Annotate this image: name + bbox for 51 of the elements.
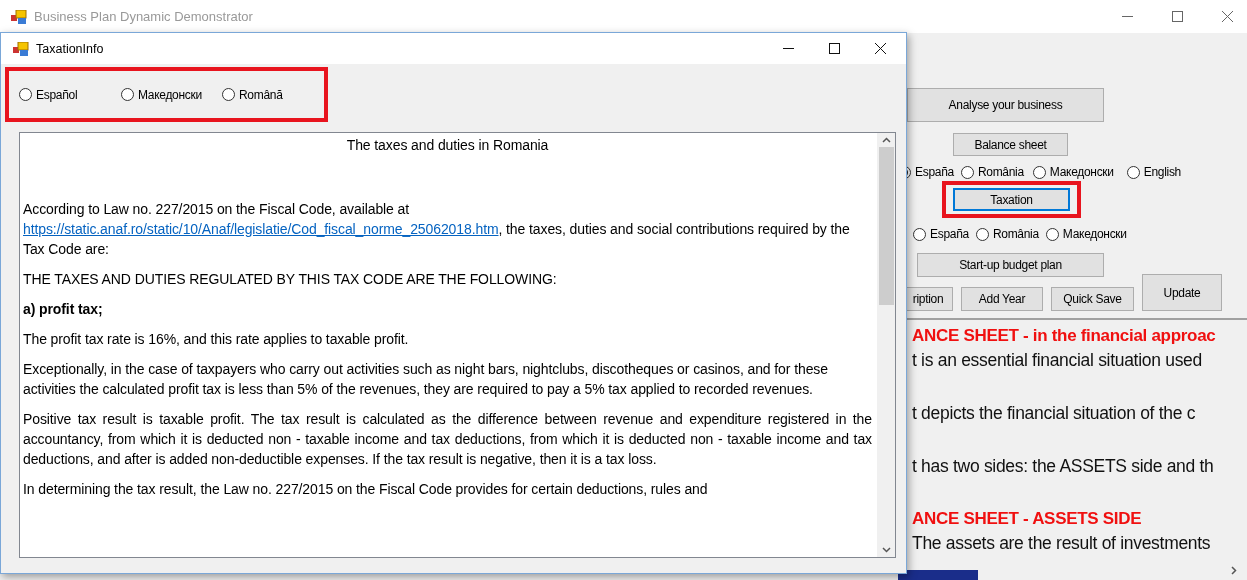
section-heading: ANCE SHEET - in the financial approac bbox=[912, 325, 1217, 347]
radio-button[interactable] bbox=[960, 165, 974, 179]
body-text: The assets are the result of investments bbox=[912, 532, 1212, 555]
radio-label[interactable]: España bbox=[930, 227, 969, 241]
section-heading: ANCE SHEET - ASSETS SIDE bbox=[912, 508, 1143, 530]
scrollbar-thumb[interactable] bbox=[878, 147, 894, 305]
radio-label[interactable]: España bbox=[915, 165, 954, 179]
maximize-icon[interactable] bbox=[829, 43, 840, 54]
radio-button[interactable] bbox=[1045, 227, 1059, 241]
radio-label[interactable]: Македонски bbox=[1062, 227, 1127, 241]
scroll-up-icon[interactable] bbox=[881, 137, 891, 143]
document-title: The taxes and duties in Romania bbox=[345, 136, 550, 155]
scroll-right-icon[interactable] bbox=[1231, 565, 1237, 575]
vertical-scrollbar[interactable] bbox=[877, 133, 895, 557]
paragraph: Positive tax result is taxable profit. The tax result is calculated as the difference between revenue and expenditure registered in the accountancy, from which it is deducted non - taxable income and tax deductions, from which it is deducted non - taxable income and tax deductions, and after is added non-deductible expenses. If the tax result is negative, then it is a tax loss. bbox=[23, 410, 872, 469]
body-text: t is an essential financial situation used bbox=[912, 349, 1203, 372]
radio-button[interactable] bbox=[222, 88, 235, 101]
window-title: Business Plan Dynamic Demonstrator bbox=[34, 9, 254, 24]
radio-button[interactable] bbox=[1032, 165, 1046, 179]
radio-label[interactable]: România bbox=[977, 165, 1024, 179]
radio-button[interactable] bbox=[19, 88, 32, 101]
close-icon[interactable] bbox=[875, 43, 886, 54]
toolbar-button[interactable]: Add Year bbox=[961, 287, 1043, 311]
body-text: t depicts the financial situation of the c bbox=[912, 402, 1197, 425]
radio-label[interactable]: Македонски bbox=[1049, 165, 1114, 179]
radio-button[interactable] bbox=[975, 227, 989, 241]
radio-button[interactable] bbox=[913, 227, 926, 241]
radio-label[interactable]: Македонски bbox=[138, 87, 202, 102]
body-text: t has two sides: the ASSETS side and th bbox=[912, 455, 1215, 478]
app-icon bbox=[13, 41, 29, 56]
paragraph: a) profit tax; bbox=[23, 300, 104, 319]
taxation-button[interactable]: Taxation bbox=[953, 188, 1070, 211]
startup-budget-button[interactable]: Start-up budget plan bbox=[917, 253, 1104, 277]
radio-label[interactable]: Español bbox=[36, 87, 78, 102]
radio-label[interactable]: România bbox=[992, 227, 1039, 241]
scroll-down-icon[interactable] bbox=[881, 547, 891, 553]
radio-button[interactable] bbox=[1126, 165, 1140, 179]
dialog-title: TaxationInfo bbox=[36, 41, 105, 56]
toolbar-button[interactable]: Quick Save bbox=[1051, 287, 1134, 311]
paragraph: Exceptionally, in the case of taxpayers who carry out activities such as night bars, nightclubs, discotheques or casinos, and for these activities the calculated profit tax is less than 5% of the revenues, they are required to pay a 5% tax applied to recorded revenues. bbox=[23, 360, 829, 399]
paragraph: The profit tax rate is 16%, and this rate applies to taxable profit. bbox=[23, 330, 410, 349]
app-icon bbox=[11, 9, 27, 24]
analyse-button[interactable]: Analyse your business bbox=[907, 88, 1104, 122]
paragraph: According to Law no. 227/2015 on the Fiscal Code, available at https://static.anaf.ro/static/10/Anaf/legislatie/Cod_fiscal_norme_25062018.htm, the taxes, duties and social contributions required by the Tax Code are: bbox=[23, 200, 851, 259]
paragraph: THE TAXES AND DUTIES REGULATED BY THIS TAX CODE ARE THE FOLLOWING: bbox=[23, 270, 558, 289]
balance-sheet-button[interactable]: Balance sheet bbox=[953, 133, 1068, 156]
radio-label[interactable]: English bbox=[1143, 165, 1181, 179]
radio-label[interactable]: Română bbox=[239, 87, 283, 102]
radio-button[interactable] bbox=[121, 88, 134, 101]
paragraph: In determining the tax result, the Law no. 227/2015 on the Fiscal Code provides for certain deductions, rules and bbox=[23, 480, 709, 499]
update-button[interactable]: Update bbox=[1142, 274, 1222, 311]
